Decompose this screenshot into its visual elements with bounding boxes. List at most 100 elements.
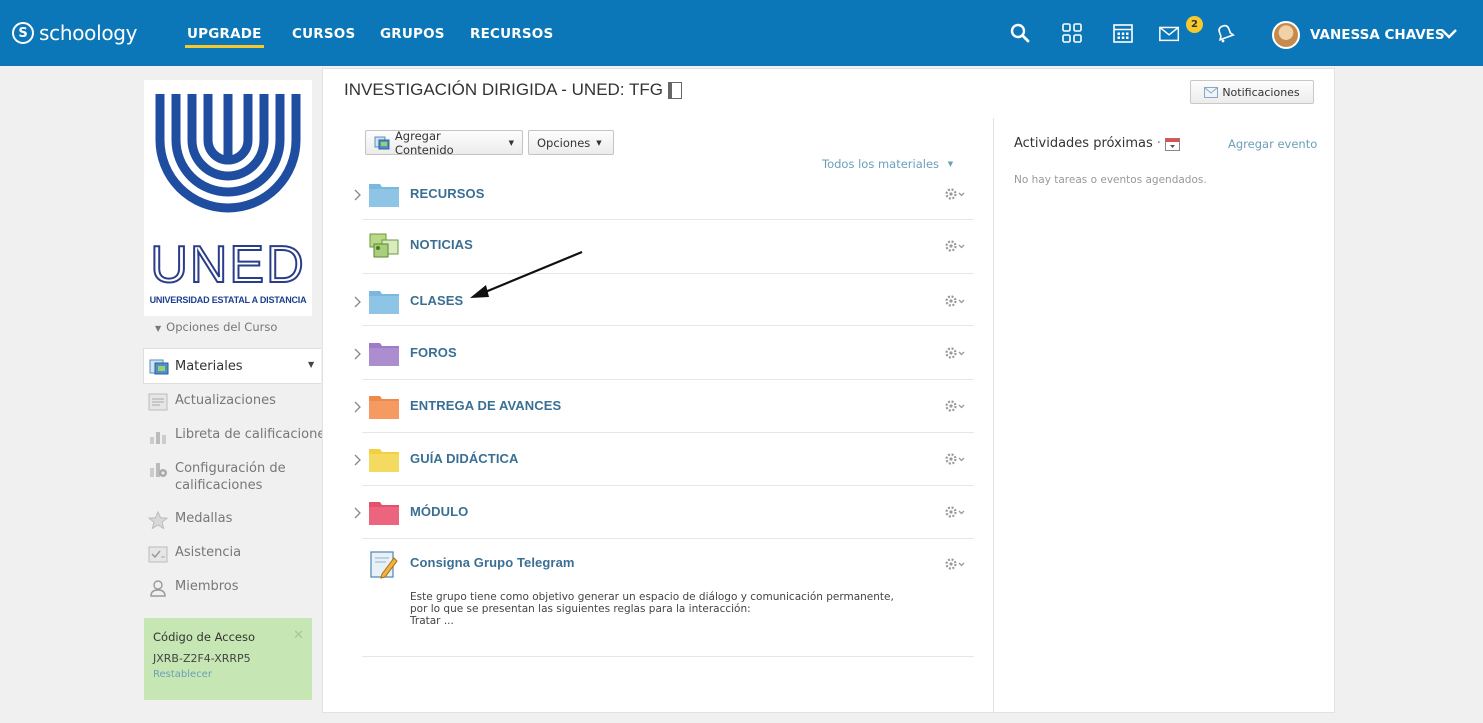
uned-logo-text: UNED (150, 236, 305, 294)
nav-courses-link[interactable]: CURSOS (292, 26, 355, 42)
annotation-arrow (470, 250, 583, 298)
material-name[interactable]: MÓDULO (410, 504, 468, 519)
sidebar-item-badges[interactable]: Medallas (148, 511, 232, 529)
notifications-button[interactable]: Notificaciones (1190, 80, 1314, 104)
search-icon[interactable] (1008, 21, 1032, 45)
chevron-right-icon[interactable] (353, 347, 363, 361)
sidebar-item-gradebook[interactable]: Libreta de calificaciones (148, 427, 332, 445)
no-events-message: No hay tareas o eventos agendados. (1014, 174, 1207, 186)
row-divider (362, 219, 974, 220)
folder-icon (369, 449, 399, 472)
course-options-label: Opciones del Curso (166, 320, 278, 334)
updates-icon (148, 393, 168, 411)
sidebar-item-label: Materiales (175, 359, 243, 374)
badge-star-icon (148, 511, 168, 529)
user-name[interactable]: VANESSA CHAVES (1310, 27, 1445, 43)
sidebar-item-label: Configuración de calificaciones (175, 461, 286, 493)
chevron-right-icon[interactable] (353, 188, 363, 202)
add-content-button[interactable]: Agregar Contenido ▼ (365, 128, 523, 157)
course-options-toggle[interactable]: ▼ Opciones del Curso (155, 320, 277, 334)
calendar-icon[interactable] (1164, 137, 1180, 151)
gear-icon[interactable] (944, 293, 966, 309)
folder-icon (369, 184, 399, 207)
gear-icon[interactable] (944, 451, 966, 467)
course-book-icon (667, 81, 682, 99)
page-icon (369, 233, 399, 258)
caret-down-icon[interactable]: ▼ (308, 360, 314, 369)
active-nav-underline (185, 45, 264, 48)
notifications-label: Notificaciones (1222, 85, 1300, 99)
university-caption: UNIVERSIDAD ESTATAL A DISTANCIA (149, 295, 307, 305)
sidebar-item-attendance[interactable]: Asistencia (148, 545, 241, 563)
folder-icon (369, 396, 399, 419)
caret-down-icon: ▼ (947, 160, 954, 168)
materials-filter[interactable]: Todos los materiales ▼ (822, 157, 953, 171)
access-code-value: JXRB-Z2F4-XRRP5 (153, 652, 251, 665)
materials-icon (374, 136, 390, 149)
course-title: INVESTIGACIÓN DIRIGIDA - UNED: TFG (344, 80, 663, 99)
options-button[interactable]: Opciones ▼ (528, 130, 614, 155)
sidebar-item-label: Medallas (175, 511, 233, 526)
folder-icon (369, 291, 399, 314)
gear-icon[interactable] (944, 504, 966, 520)
row-divider (362, 325, 974, 326)
nav-resources-link[interactable]: RECURSOS (470, 26, 553, 42)
chevron-right-icon[interactable] (353, 453, 363, 467)
materials-filter-label: Todos los materiales (822, 157, 940, 171)
material-name[interactable]: ENTREGA DE AVANCES (410, 398, 561, 413)
description-line: Este grupo tiene como objetivo generar u… (410, 591, 894, 603)
gear-icon[interactable] (944, 398, 966, 414)
gear-icon[interactable] (944, 186, 966, 202)
assignment-icon (370, 551, 398, 579)
folder-icon (369, 502, 399, 525)
attendance-icon (148, 546, 168, 563)
apps-grid-icon[interactable] (1060, 21, 1084, 45)
gear-icon[interactable] (944, 345, 966, 361)
access-code-label: Código de Acceso (153, 630, 255, 644)
mail-icon[interactable] (1158, 21, 1182, 45)
sidebar-item-grade-settings[interactable]: Configuración de calificaciones (148, 460, 308, 494)
calendar-icon[interactable] (1111, 21, 1135, 45)
material-name[interactable]: CLASES (410, 293, 463, 308)
gradebook-icon (150, 432, 166, 444)
sidebar-item-label: Libreta de calificaciones (175, 427, 333, 442)
folder-icon (369, 343, 399, 366)
close-icon[interactable]: ✕ (293, 628, 304, 643)
materials-icon (149, 359, 169, 375)
gear-icon[interactable] (944, 238, 966, 254)
access-code-box: ✕ Código de Acceso JXRB-Z2F4-XRRP5 Resta… (144, 618, 312, 700)
uned-logo-graphic: UNED (149, 94, 305, 295)
chevron-right-icon[interactable] (353, 295, 363, 309)
nav-upgrade-link[interactable]: UPGRADE (187, 26, 262, 42)
schoology-s-icon: S (12, 22, 34, 44)
gear-icon[interactable] (944, 556, 966, 572)
material-name[interactable]: GUÍA DIDÁCTICA (410, 451, 519, 466)
material-name[interactable]: Consigna Grupo Telegram (410, 555, 575, 570)
sidebar-item-materials[interactable]: Materiales ▼ (143, 348, 321, 384)
brand-name: schoology (39, 21, 138, 45)
row-divider (362, 432, 974, 433)
upcoming-title: Actividades próximas · (1014, 136, 1180, 151)
grade-settings-icon (150, 463, 167, 477)
row-divider (362, 485, 974, 486)
row-divider (362, 273, 974, 274)
chevron-down-icon[interactable] (1437, 21, 1461, 45)
user-avatar[interactable] (1272, 21, 1300, 49)
sidebar-item-label: Actualizaciones (175, 393, 276, 408)
caret-down-icon: ▼ (155, 324, 162, 333)
envelope-icon (1204, 86, 1219, 98)
reset-code-link[interactable]: Restablecer (153, 669, 303, 680)
schoology-logo[interactable]: S schoology (12, 20, 138, 46)
course-logo: UNED UNIVERSIDAD ESTATAL A DISTANCIA (144, 80, 312, 316)
sidebar-item-updates[interactable]: Actualizaciones (148, 393, 276, 411)
material-name[interactable]: FOROS (410, 345, 457, 360)
caret-down-icon: ▼ (596, 138, 602, 147)
add-event-link[interactable]: Agregar evento (1228, 137, 1317, 151)
chevron-right-icon[interactable] (353, 400, 363, 414)
nav-groups-link[interactable]: GRUPOS (380, 26, 445, 42)
bell-icon[interactable] (1212, 21, 1236, 45)
sidebar-item-members[interactable]: Miembros (148, 579, 239, 597)
add-content-label: Agregar Contenido (394, 128, 454, 157)
material-name[interactable]: RECURSOS (410, 186, 484, 201)
chevron-right-icon[interactable] (353, 506, 363, 520)
